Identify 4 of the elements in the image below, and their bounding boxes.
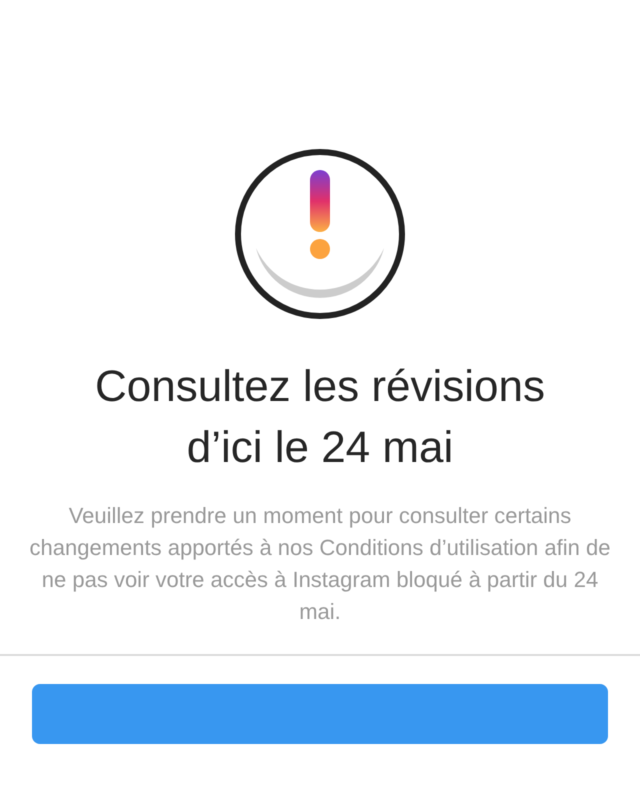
dialog-title: Consultez les révisions d’ici le 24 mai	[94, 361, 546, 474]
alert-icon	[234, 148, 406, 320]
dialog-message: Veuillez prendre un moment pour consulter certains changements apportés à nos Conditions d’utilisation afin de ne pas voir votre accès à Instagram bloqué à partir du 24 mai.	[28, 502, 612, 626]
continue-button[interactable]	[32, 684, 608, 744]
